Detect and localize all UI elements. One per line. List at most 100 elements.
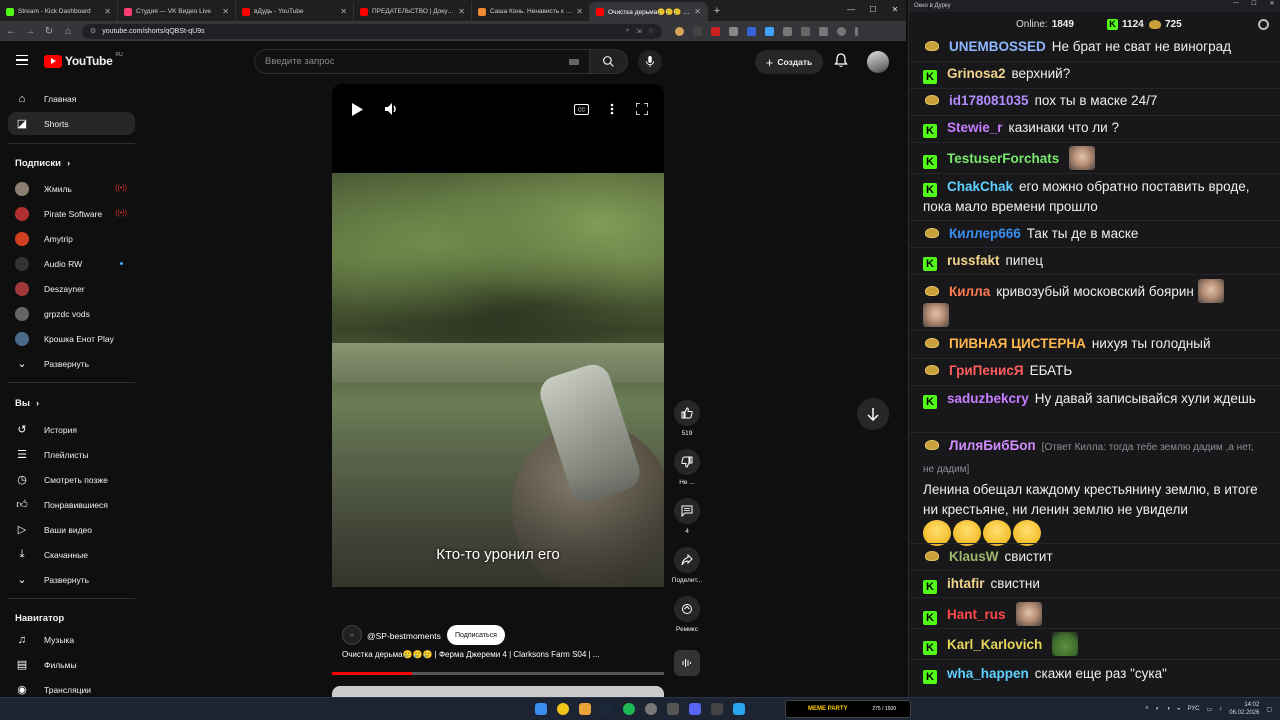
chat-nick[interactable]: Hant_rus (947, 607, 1006, 622)
tray-chevron-icon[interactable]: ˄ (1145, 706, 1149, 712)
browser-tab[interactable]: Stream - Kick Dashboard ✕ (0, 2, 118, 21)
chat-nick[interactable]: saduzbekcry (947, 391, 1029, 406)
subscription-item[interactable]: Amytrip (8, 227, 135, 250)
remix-button[interactable]: Ремикс (671, 596, 703, 633)
comments-button[interactable]: 4 (671, 498, 703, 535)
browser-tab[interactable]: ПРЕДАТЕЛЬСТВО | Документал ✕ (354, 2, 472, 21)
close-tab-icon[interactable]: ✕ (458, 7, 465, 16)
maximize-icon[interactable]: ☐ (1245, 0, 1263, 7)
subscription-item[interactable]: Deszayner (8, 277, 135, 300)
bookmark-star-icon[interactable]: ☆ (648, 27, 654, 35)
search-button[interactable] (590, 49, 628, 74)
tray-app-icon[interactable]: ◒ (1177, 706, 1181, 712)
subscription-item[interactable]: Жмиль ((•)) (8, 177, 135, 200)
sidebar-item-your-videos[interactable]: ▷ Ваши видео (8, 518, 135, 541)
tray-app-icon[interactable]: ◑ (1166, 706, 1170, 712)
hamburger-menu-icon[interactable] (16, 55, 28, 65)
close-tab-icon[interactable]: ✕ (222, 7, 229, 16)
subscribe-button[interactable]: Подписаться (447, 625, 505, 645)
sidebar-item-downloads[interactable]: ⤓ Скачанные (8, 543, 135, 566)
dislike-button[interactable]: Не ... (671, 449, 703, 486)
back-icon[interactable]: ← (6, 26, 16, 37)
expand-subscriptions-button[interactable]: ⌄ Развернуть (8, 352, 135, 375)
notifications-button[interactable] (834, 53, 848, 73)
profile-icon[interactable] (837, 26, 846, 36)
play-button[interactable] (349, 101, 365, 117)
sidebar-item-playlists[interactable]: ☰ Плейлисты (8, 443, 135, 466)
tray-app-icon[interactable]: ◐ (1156, 706, 1160, 712)
chat-nick[interactable]: TestuserForchats (947, 151, 1059, 166)
start-button-icon[interactable] (535, 703, 547, 715)
close-tab-icon[interactable]: ✕ (340, 7, 347, 16)
forward-icon[interactable]: → (25, 26, 35, 37)
next-short-preview[interactable] (332, 686, 664, 697)
chat-nick[interactable]: UNEMBOSSED (949, 39, 1046, 54)
chat-nick[interactable]: ChakChak (947, 179, 1013, 194)
discord-icon[interactable] (689, 703, 701, 715)
next-short-button[interactable] (857, 398, 889, 430)
chat-nick[interactable]: ГриПенисЯ (949, 363, 1024, 378)
new-tab-button[interactable]: + (708, 2, 726, 21)
extension-icon[interactable] (783, 26, 792, 36)
reload-icon[interactable]: ↻ (44, 26, 54, 37)
site-info-icon[interactable]: ⚙ (90, 27, 96, 35)
like-button[interactable]: 519 (671, 400, 703, 437)
volume-icon[interactable]: ♪ (1219, 706, 1222, 712)
home-icon[interactable]: ⌂ (63, 26, 73, 37)
channel-name[interactable]: @SP-bestmoments (367, 631, 441, 641)
chat-nick[interactable]: Grinosa2 (947, 66, 1006, 81)
create-button[interactable]: + Создать (755, 50, 823, 74)
you-heading[interactable]: Вы › (15, 398, 39, 409)
video-frame[interactable] (332, 173, 664, 587)
sidebar-item-shorts[interactable]: ◪ Shorts (8, 112, 135, 135)
subscription-item[interactable]: Pirate Software ((•)) (8, 202, 135, 225)
extension-icon[interactable] (819, 26, 828, 36)
subscriptions-heading[interactable]: Подписки › (15, 158, 70, 169)
sidebar-item-watch-later[interactable]: ◷ Смотреть позже (8, 468, 135, 491)
account-avatar[interactable] (867, 51, 889, 73)
spotify-icon[interactable] (623, 703, 635, 715)
sidebar-item-music[interactable]: ♫ Музыка (8, 628, 135, 651)
app-icon[interactable] (645, 703, 657, 715)
app-icon[interactable] (667, 703, 679, 715)
search-input[interactable]: Введите запрос (254, 49, 590, 74)
close-tab-icon[interactable]: ✕ (576, 7, 583, 16)
extension-icon[interactable] (729, 26, 738, 36)
expand-you-button[interactable]: ⌄ Развернуть (8, 568, 135, 591)
address-bar[interactable]: ⚙ youtube.com/shorts/qQBSt-qU9s ⌕ ⇲ ☆ (82, 23, 662, 39)
chat-nick[interactable]: wha_happen (947, 666, 1029, 681)
subscription-item[interactable]: Крошка Енот Play (8, 327, 135, 350)
short-title[interactable]: Очистка дерьма🥲🥲🥲 | Ферма Джереми 4 | Cl… (342, 650, 652, 659)
sidebar-item-movies[interactable]: ▤ Фильмы (8, 653, 135, 676)
install-icon[interactable]: ⇲ (636, 27, 642, 35)
app-icon[interactable] (733, 703, 745, 715)
menu-icon[interactable] (855, 26, 858, 36)
chat-nick[interactable]: KlausW (949, 549, 999, 564)
chat-nick[interactable]: Киллер666 (949, 226, 1021, 241)
shorts-player[interactable]: CC Кто-то уронил его (332, 84, 664, 587)
download-icon[interactable] (801, 26, 810, 36)
extension-icon[interactable] (693, 26, 702, 36)
browser-tab-active[interactable]: Очистка дерьма🥲🥲🥲 | Фе ✕ (590, 2, 708, 21)
fullscreen-button[interactable] (634, 101, 650, 117)
youtube-logo[interactable]: YouTube RU (44, 52, 123, 68)
clock[interactable]: 14:02 06.02.2026 (1229, 701, 1259, 717)
settings-gear-icon[interactable] (1258, 19, 1269, 30)
minimize-icon[interactable]: — (1227, 0, 1245, 7)
media-widget[interactable]: MEME PARTY 275 / 1500 (785, 700, 911, 718)
chat-nick[interactable]: Килла (949, 284, 990, 299)
extension-icon[interactable] (675, 26, 684, 36)
chat-nick[interactable]: ПИВНАЯ ЦИСТЕРНА (949, 336, 1086, 351)
sidebar-item-history[interactable]: ↺ История (8, 418, 135, 441)
video-progress-bar[interactable] (332, 672, 664, 675)
captions-button[interactable]: CC (573, 101, 589, 117)
network-icon[interactable]: ▭ (1207, 706, 1213, 713)
browser-tab[interactable]: Студия — VK Видео Live ✕ (118, 2, 236, 21)
chat-nick[interactable]: ЛиляБибБоп (949, 438, 1036, 453)
keyboard-icon[interactable] (569, 58, 579, 65)
app-icon[interactable] (711, 703, 723, 715)
zoom-icon[interactable]: ⌕ (626, 27, 630, 35)
sound-button[interactable] (671, 650, 703, 676)
subscription-item[interactable]: Audio RW (8, 252, 135, 275)
chat-nick[interactable]: Karl_Karlovich (947, 637, 1042, 652)
